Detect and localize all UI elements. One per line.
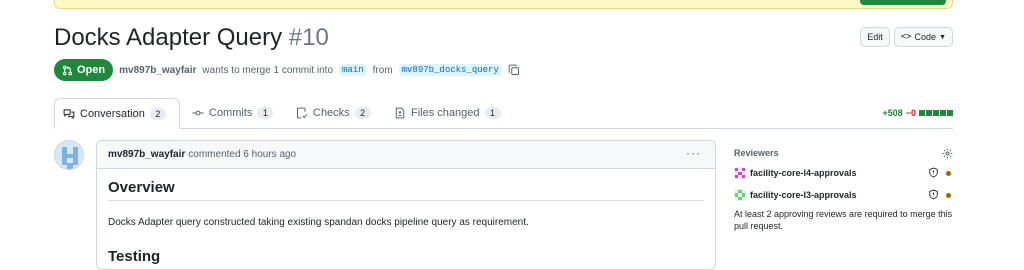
reviewer-item[interactable]: facility-core-l4-approvals: [734, 162, 953, 184]
base-branch[interactable]: main: [339, 64, 367, 76]
shield-icon: [929, 167, 938, 178]
pr-tabs: Conversation 2 Commits 1 Checks 2 Files …: [54, 98, 953, 129]
commit-icon: [192, 110, 204, 116]
additions-count: +508: [882, 108, 903, 118]
comment-box: mv897b_wayfair commented 6 hours ago ···…: [96, 140, 716, 270]
header-actions: Edit <> Code ▼: [860, 27, 953, 47]
comment-heading-2: Testing: [108, 248, 161, 265]
kebab-menu-icon[interactable]: ···: [686, 146, 701, 160]
head-branch[interactable]: mv897b_docks_query: [398, 64, 502, 76]
gear-icon[interactable]: [942, 148, 953, 159]
file-diff-icon: [395, 107, 405, 119]
tab-commits-label: Commits: [209, 107, 253, 119]
shield-icon: [929, 189, 938, 200]
review-requirement-note: At least 2 approving reviews are require…: [734, 209, 953, 231]
pr-meta: Open mv897b_wayfair wants to merge 1 com…: [54, 59, 520, 81]
merge-text: wants to merge 1 commit into: [202, 64, 334, 76]
checklist-icon: [297, 107, 308, 119]
from-text: from: [372, 64, 393, 76]
reviewer-name: facility-core-l3-approvals: [750, 190, 857, 200]
code-button[interactable]: <> Code ▼: [893, 27, 953, 47]
comment-author[interactable]: mv897b_wayfair: [108, 149, 185, 160]
copy-icon[interactable]: [508, 64, 520, 76]
identicon-icon: [62, 147, 78, 169]
page-title: Docks Adapter Query #10: [54, 22, 329, 54]
diffstat: +508 −0: [882, 108, 953, 118]
pending-status-dot: [946, 171, 951, 176]
tab-commits[interactable]: Commits 1: [192, 98, 274, 128]
tab-checks[interactable]: Checks 2: [296, 98, 371, 128]
code-button-label: Code: [914, 32, 937, 42]
reviewers-title: Reviewers: [734, 148, 779, 158]
tab-files-changed[interactable]: Files changed 1: [394, 98, 501, 128]
reviewer-item[interactable]: facility-core-l3-approvals: [734, 184, 953, 206]
code-icon: <>: [900, 32, 912, 42]
author-avatar[interactable]: [54, 140, 84, 170]
comment-timestamp: commented 6 hours ago: [188, 149, 297, 160]
comment-heading: Overview: [108, 179, 704, 201]
tab-conversation-label: Conversation: [80, 107, 145, 120]
tab-conversation[interactable]: Conversation 2: [54, 98, 180, 129]
deletions-count: −0: [905, 108, 916, 118]
pr-title: Docks Adapter Query: [54, 24, 283, 51]
tab-commits-count: 1: [257, 107, 274, 119]
tab-conversation-count: 2: [149, 107, 166, 120]
author-link[interactable]: mv897b_wayfair: [119, 65, 196, 76]
diffstat-blocks: [919, 110, 953, 116]
notice-banner: [54, 0, 953, 9]
state-label: Open: [77, 64, 106, 76]
tab-checks-count: 2: [354, 107, 371, 119]
edit-button-label: Edit: [867, 32, 883, 42]
pull-request-icon: [62, 65, 73, 75]
caret-down-icon: ▼: [939, 33, 946, 41]
comment-header: mv897b_wayfair commented 6 hours ago ···: [97, 141, 715, 169]
pending-status-dot: [946, 193, 951, 198]
reviewers-section: Reviewers: [734, 148, 953, 162]
edit-button[interactable]: Edit: [860, 27, 890, 47]
pr-number: #10: [288, 24, 329, 51]
tab-files-changed-count: 1: [484, 107, 501, 119]
tab-files-changed-label: Files changed: [411, 107, 480, 119]
state-badge: Open: [54, 59, 114, 81]
banner-action-button[interactable]: [860, 0, 946, 5]
comment-discussion-icon: [63, 108, 75, 119]
reviewer-name: facility-core-l4-approvals: [750, 168, 857, 178]
comment-paragraph: Docks Adapter query constructed taking e…: [108, 217, 529, 228]
team-avatar-icon: [734, 167, 746, 179]
sidebar: Reviewers facility-core-l4-approvals fac…: [734, 148, 953, 232]
tab-checks-label: Checks: [313, 107, 350, 119]
team-avatar-icon: [734, 189, 746, 201]
